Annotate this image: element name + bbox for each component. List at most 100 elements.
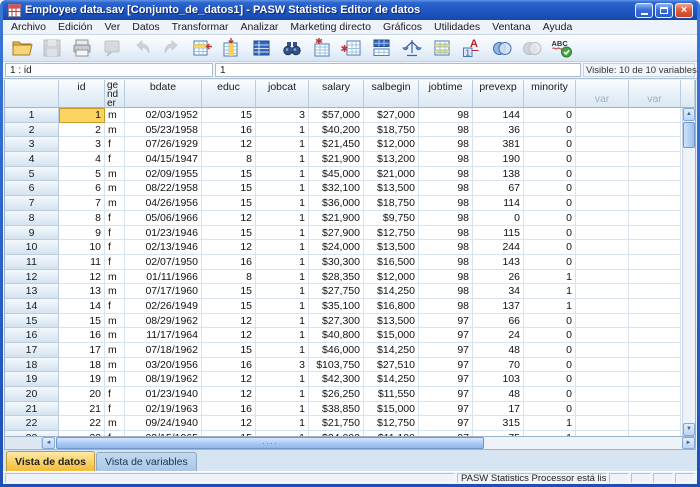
row-header-6[interactable]: 6 bbox=[5, 181, 59, 196]
horizontal-scroll-thumb[interactable]: ···· bbox=[56, 437, 484, 449]
cell[interactable]: 16 bbox=[202, 123, 256, 138]
cell[interactable] bbox=[629, 167, 681, 182]
cell[interactable]: 1 bbox=[524, 416, 576, 431]
cell[interactable]: 0 bbox=[524, 108, 576, 123]
cell[interactable] bbox=[629, 372, 681, 387]
cell[interactable]: 16 bbox=[202, 402, 256, 417]
column-header-educ[interactable]: educ bbox=[202, 80, 256, 108]
menu-marketing-directo[interactable]: Marketing directo bbox=[284, 20, 377, 35]
cell[interactable]: 114 bbox=[473, 196, 524, 211]
cell[interactable] bbox=[576, 181, 629, 196]
scroll-up-arrow[interactable]: ▲ bbox=[683, 108, 695, 121]
cell[interactable]: m bbox=[105, 328, 125, 343]
column-header-var-11[interactable]: var bbox=[629, 80, 681, 108]
vertical-scrollbar[interactable]: ▲ ▼ bbox=[682, 108, 695, 436]
cell[interactable]: m bbox=[105, 416, 125, 431]
cell[interactable]: 16 bbox=[59, 328, 105, 343]
cell[interactable] bbox=[576, 416, 629, 431]
cell[interactable]: $27,900 bbox=[309, 226, 364, 241]
row-header-13[interactable]: 13 bbox=[5, 284, 59, 299]
cell[interactable]: $28,350 bbox=[309, 270, 364, 285]
row-header-17[interactable]: 17 bbox=[5, 343, 59, 358]
cell[interactable]: 1 bbox=[256, 211, 309, 226]
cell[interactable]: $35,100 bbox=[309, 299, 364, 314]
cell[interactable]: 67 bbox=[473, 181, 524, 196]
maximize-button[interactable] bbox=[655, 3, 673, 18]
cell[interactable]: 12 bbox=[59, 270, 105, 285]
cell[interactable]: 03/20/1956 bbox=[125, 358, 202, 373]
cell[interactable]: 98 bbox=[419, 240, 473, 255]
cell[interactable] bbox=[629, 299, 681, 314]
cell[interactable] bbox=[576, 137, 629, 152]
cell[interactable]: m bbox=[105, 108, 125, 123]
cell[interactable]: 01/11/1966 bbox=[125, 270, 202, 285]
menu-ver[interactable]: Ver bbox=[98, 20, 126, 35]
menu-archivo[interactable]: Archivo bbox=[5, 20, 52, 35]
cell[interactable] bbox=[629, 314, 681, 329]
cell[interactable]: m bbox=[105, 284, 125, 299]
cell[interactable]: 1 bbox=[524, 299, 576, 314]
menu-ayuda[interactable]: Ayuda bbox=[537, 20, 579, 35]
cell[interactable]: $40,200 bbox=[309, 123, 364, 138]
cell[interactable]: 48 bbox=[473, 343, 524, 358]
cell[interactable]: 5 bbox=[59, 167, 105, 182]
cell[interactable]: 3 bbox=[256, 108, 309, 123]
cell[interactable]: $18,750 bbox=[364, 196, 419, 211]
column-header-id[interactable]: id bbox=[59, 80, 105, 108]
cell[interactable]: 12 bbox=[202, 372, 256, 387]
cell[interactable]: 10 bbox=[59, 240, 105, 255]
row-header-7[interactable]: 7 bbox=[5, 196, 59, 211]
cell[interactable]: 98 bbox=[419, 211, 473, 226]
cell[interactable]: 98 bbox=[419, 284, 473, 299]
cell[interactable]: $14,250 bbox=[364, 343, 419, 358]
cell[interactable]: $13,500 bbox=[364, 314, 419, 329]
cell[interactable]: 0 bbox=[524, 343, 576, 358]
cell[interactable] bbox=[629, 343, 681, 358]
cell[interactable]: 1 bbox=[256, 152, 309, 167]
cell[interactable]: 0 bbox=[524, 211, 576, 226]
cell[interactable]: 34 bbox=[473, 284, 524, 299]
toolbar-weight-cases-button[interactable] bbox=[397, 36, 427, 61]
cell[interactable]: 15 bbox=[202, 299, 256, 314]
cell[interactable]: 01/23/1940 bbox=[125, 387, 202, 402]
cell[interactable] bbox=[576, 299, 629, 314]
cell[interactable]: 12 bbox=[202, 137, 256, 152]
toolbar-spell-check-button[interactable]: ABC bbox=[547, 36, 577, 61]
cell[interactable]: 190 bbox=[473, 152, 524, 167]
row-header-4[interactable]: 4 bbox=[5, 152, 59, 167]
cell[interactable]: 16 bbox=[202, 358, 256, 373]
cell[interactable]: 244 bbox=[473, 240, 524, 255]
column-header-gender[interactable]: gender bbox=[105, 80, 125, 108]
cell[interactable] bbox=[576, 284, 629, 299]
cell[interactable]: 20 bbox=[59, 387, 105, 402]
toolbar-select-cases-button[interactable] bbox=[427, 36, 457, 61]
cell[interactable]: 12 bbox=[202, 328, 256, 343]
cell[interactable]: $40,800 bbox=[309, 328, 364, 343]
column-header-salbegin[interactable]: salbegin bbox=[364, 80, 419, 108]
cell[interactable]: 1 bbox=[256, 416, 309, 431]
cell[interactable]: 02/07/1950 bbox=[125, 255, 202, 270]
cell[interactable]: 16 bbox=[202, 255, 256, 270]
cell[interactable]: 0 bbox=[524, 123, 576, 138]
cell[interactable] bbox=[576, 255, 629, 270]
cell[interactable]: 98 bbox=[419, 123, 473, 138]
cell[interactable] bbox=[576, 358, 629, 373]
cell[interactable]: $13,200 bbox=[364, 152, 419, 167]
cell[interactable]: 98 bbox=[419, 137, 473, 152]
cell[interactable]: 12 bbox=[202, 387, 256, 402]
cell[interactable]: 02/09/1955 bbox=[125, 167, 202, 182]
cell[interactable] bbox=[629, 416, 681, 431]
cell[interactable]: m bbox=[105, 343, 125, 358]
cell[interactable]: 97 bbox=[419, 358, 473, 373]
cell[interactable]: f bbox=[105, 226, 125, 241]
cell[interactable]: 1 bbox=[524, 270, 576, 285]
row-header-18[interactable]: 18 bbox=[5, 358, 59, 373]
column-header-bdate[interactable]: bdate bbox=[125, 80, 202, 108]
cell[interactable]: 22 bbox=[59, 416, 105, 431]
row-header-8[interactable]: 8 bbox=[5, 211, 59, 226]
cell[interactable]: 07/17/1960 bbox=[125, 284, 202, 299]
column-header-jobcat[interactable]: jobcat bbox=[256, 80, 309, 108]
cell[interactable]: 1 bbox=[256, 123, 309, 138]
cell[interactable]: 1 bbox=[256, 402, 309, 417]
selected-cell[interactable]: 1 bbox=[59, 108, 105, 123]
